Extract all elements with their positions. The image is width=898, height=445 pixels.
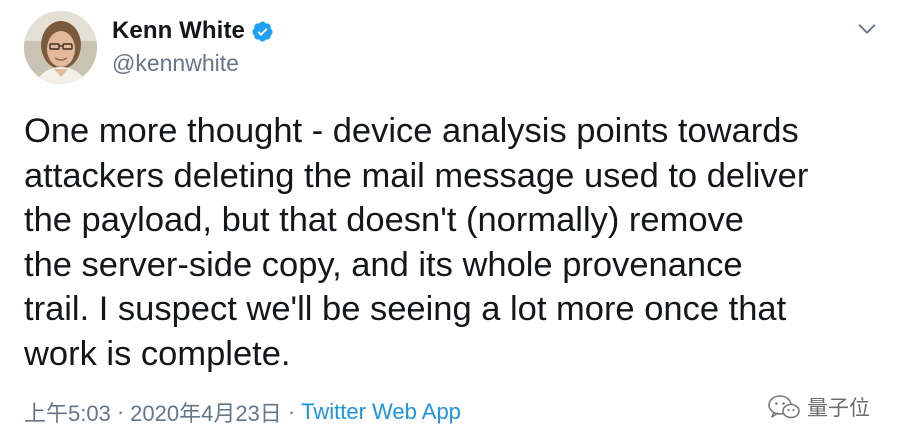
tweet-meta: 上午5:03 · 2020年4月23日 · Twitter Web App: [24, 396, 461, 428]
tweet-text-line: One more thought - device analysis point…: [24, 112, 799, 150]
display-name[interactable]: Kenn White: [112, 17, 245, 45]
tweet-source-link[interactable]: Twitter Web App: [301, 399, 461, 425]
tweet-card: Kenn White @kennwhite One more thought -…: [0, 0, 898, 445]
verified-badge-icon: [251, 20, 274, 43]
meta-separator: ·: [116, 399, 125, 424]
tweet-text-line: the payload, but that doesn't (normally)…: [24, 201, 744, 239]
tweet-text-line: trail. I suspect we'll be seeing a lot m…: [24, 290, 787, 328]
meta-separator: ·: [287, 399, 296, 424]
tweet-text-line: the server-side copy, and its whole prov…: [24, 245, 743, 284]
tweet-text-line: attackers deleting the mail message used…: [24, 156, 809, 195]
author-block: Kenn White @kennwhite: [112, 14, 274, 77]
handle[interactable]: @kennwhite: [112, 50, 274, 77]
tweet-time[interactable]: 上午5:03: [24, 396, 111, 428]
watermark-text: 量子位: [807, 397, 870, 420]
avatar[interactable]: [24, 11, 97, 84]
chevron-down-icon[interactable]: [856, 18, 878, 40]
avatar-image: [24, 11, 97, 84]
watermark: 量子位: [767, 392, 870, 422]
tweet-date[interactable]: 2020年4月23日: [130, 396, 282, 428]
wechat-icon: [768, 395, 800, 419]
display-name-row: Kenn White: [112, 14, 274, 48]
tweet-text: One more thought - device analysis point…: [24, 109, 884, 376]
tweet-text-line: work is complete.: [24, 334, 291, 373]
